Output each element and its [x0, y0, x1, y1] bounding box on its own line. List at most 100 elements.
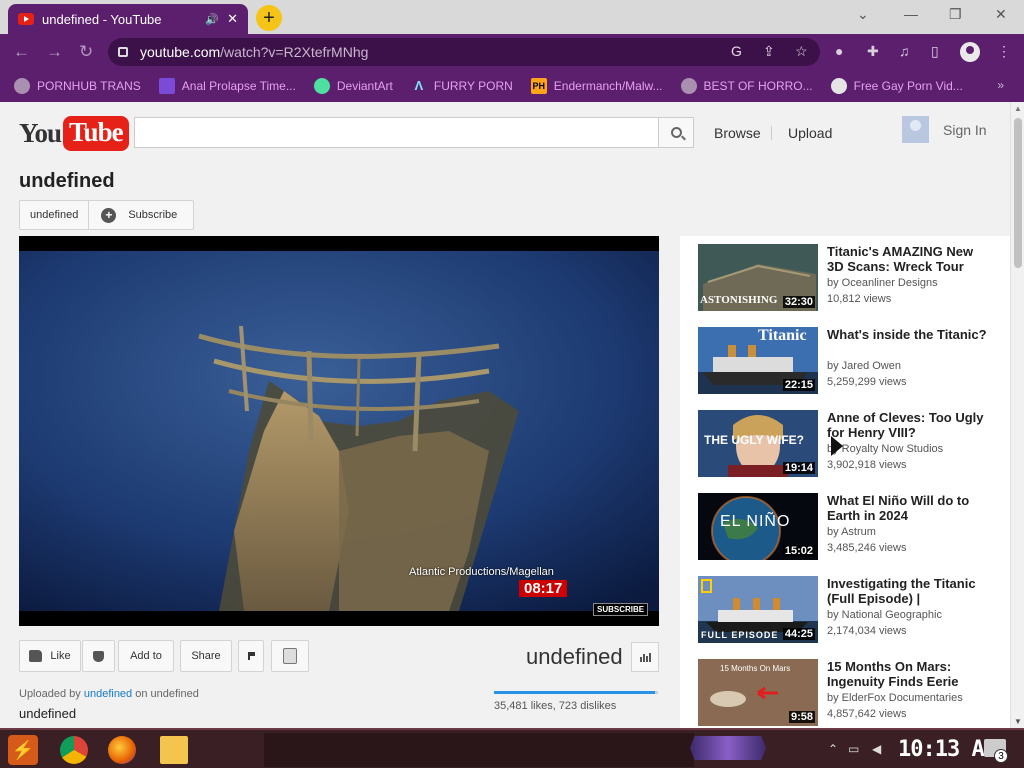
browser-toolbar: ← → ↻ youtube.com/watch?v=R2XtefrMNhg G … — [0, 34, 1024, 70]
scroll-down-icon[interactable]: ▼ — [1014, 717, 1022, 726]
bookmark-item[interactable]: Free Gay Porn Vid... — [830, 78, 963, 94]
bookmark-item[interactable]: Λ FURRY PORN — [411, 78, 513, 94]
subscribe-button[interactable]: + Subscribe — [89, 201, 193, 229]
firefox-icon[interactable] — [108, 736, 136, 764]
back-button[interactable]: ← — [13, 42, 30, 62]
globe-icon — [14, 78, 30, 94]
flag-button[interactable] — [238, 640, 264, 672]
media-control-icon[interactable]: ♫ — [899, 43, 910, 59]
search-input[interactable] — [134, 117, 659, 148]
taskbar-clock[interactable]: 10:13 AM — [898, 737, 997, 762]
tray-overflow-icon[interactable]: ⌃ — [828, 742, 838, 756]
address-bar[interactable]: youtube.com/watch?v=R2XtefrMNhg — [108, 38, 820, 66]
video-thumbnail[interactable]: 15 Months On Mars 9:58 — [698, 659, 818, 726]
search-button[interactable] — [658, 117, 694, 148]
profile-extension-icon[interactable]: ● — [835, 43, 843, 59]
upload-link[interactable]: Upload — [788, 125, 832, 141]
minimize-button[interactable]: — — [904, 6, 918, 22]
list-item[interactable]: Titanic 22:15 What's inside the Titanic?… — [698, 327, 998, 397]
google-lens-icon[interactable]: G — [731, 43, 742, 59]
add-to-button[interactable]: Add to — [118, 640, 174, 672]
scroll-up-icon[interactable]: ▲ — [1014, 104, 1022, 113]
avatar[interactable] — [902, 116, 929, 143]
volume-icon[interactable]: ◀ — [872, 742, 881, 756]
share-icon[interactable]: ⇪ — [763, 43, 775, 60]
lock-icon[interactable] — [118, 47, 128, 57]
sign-in-link[interactable]: Sign In — [943, 122, 987, 138]
window-close-button[interactable]: ✕ — [995, 6, 1007, 23]
list-item[interactable]: EL NIÑO 15:02 What El Niño Will do to Ea… — [698, 493, 998, 563]
uploader-link[interactable]: undefined — [84, 688, 132, 700]
bookmark-item[interactable]: PORNHUB TRANS — [14, 78, 141, 94]
bookmarks-overflow-button[interactable]: » — [997, 78, 1004, 92]
forward-button[interactable]: → — [46, 42, 63, 62]
menu-kebab-icon[interactable]: ⋮ — [997, 43, 1011, 60]
scrollbar-thumb[interactable] — [1014, 118, 1022, 268]
video-channel[interactable]: by Royalty Now Studios — [827, 443, 943, 455]
list-item[interactable]: 15 Months On Mars 9:58 15 Months On Mars… — [698, 659, 998, 729]
video-channel[interactable]: by Jared Owen — [827, 360, 901, 372]
tab-search-icon[interactable]: ⌄ — [857, 6, 869, 23]
network-icon[interactable]: ▭ — [848, 742, 859, 756]
video-frame[interactable] — [19, 251, 659, 611]
transcript-button[interactable] — [271, 640, 309, 672]
video-thumbnail[interactable]: EL NIÑO 15:02 — [698, 493, 818, 560]
video-channel[interactable]: by Astrum — [827, 526, 876, 538]
extensions-puzzle-icon[interactable]: ✚ — [867, 43, 879, 60]
start-button[interactable]: ⚡ — [8, 735, 38, 765]
youtube-logo[interactable]: You Tube — [19, 116, 129, 151]
taskbar-accent-decoration — [690, 736, 766, 760]
video-link-title[interactable]: Investigating the Titanic (Full Episode)… — [827, 576, 987, 606]
bookmark-item[interactable]: BEST OF HORRO... — [680, 78, 813, 94]
video-duration: 15:02 — [782, 545, 815, 557]
url-host: youtube.com — [140, 44, 221, 60]
bar-chart-icon — [639, 657, 642, 662]
profile-avatar-icon[interactable] — [960, 42, 980, 62]
dislike-button[interactable] — [82, 640, 115, 672]
chrome-icon[interactable] — [60, 736, 88, 764]
browse-link[interactable]: Browse — [714, 125, 761, 141]
like-button[interactable]: Like — [19, 640, 81, 672]
file-explorer-icon[interactable] — [160, 736, 188, 764]
tab-close-icon[interactable]: ✕ — [227, 11, 238, 27]
reload-button[interactable]: ↻ — [79, 42, 93, 62]
video-duration: 9:58 — [788, 711, 815, 723]
list-item[interactable]: ASTONISHING 32:30 Titanic's AMAZING New … — [698, 244, 998, 314]
video-link-title[interactable]: Anne of Cleves: Too Ugly for Henry VIII? — [827, 410, 987, 440]
video-thumbnail[interactable]: THE UGLY WIFE? 19:14 — [698, 410, 818, 477]
video-credit: Atlantic Productions/Magellan — [409, 566, 554, 578]
new-tab-button[interactable]: + — [256, 5, 282, 31]
video-player[interactable]: Atlantic Productions/Magellan 08:17 SUBS… — [19, 236, 659, 626]
browser-tab-active[interactable]: undefined - YouTube 🔊 ✕ — [8, 4, 248, 34]
video-link-title[interactable]: What's inside the Titanic? — [827, 327, 987, 342]
share-button[interactable]: Share — [180, 640, 232, 672]
video-thumbnail[interactable]: ASTONISHING 32:30 — [698, 244, 818, 311]
page-scrollbar[interactable]: ▲ ▼ — [1010, 102, 1024, 728]
video-description: undefined — [19, 706, 77, 721]
like-dislike-count: 35,481 likes, 723 dislikes — [494, 700, 617, 712]
browser-tab-strip: undefined - YouTube 🔊 ✕ + ⌄ — ❐ ✕ — [0, 0, 1024, 34]
speaker-icon[interactable]: 🔊 — [205, 13, 219, 26]
video-channel[interactable]: by Oceanliner Designs — [827, 277, 938, 289]
restore-button[interactable]: ❐ — [949, 6, 962, 23]
bookmark-star-icon[interactable]: ☆ — [795, 43, 808, 60]
video-link-title[interactable]: What El Niño Will do to Earth in 2024 — [827, 493, 987, 523]
video-views: 3,485,246 views — [827, 542, 907, 554]
bookmark-item[interactable]: PH Endermanch/Malw... — [530, 78, 663, 94]
video-channel[interactable]: by ElderFox Documentaries — [827, 692, 963, 704]
video-link-title[interactable]: 15 Months On Mars: Ingenuity Finds Eerie — [827, 659, 987, 689]
video-channel[interactable]: by National Geographic — [827, 609, 942, 621]
taskbar: ⚡ ⌃ ▭ ◀ 10:13 AM 3 — [0, 728, 1024, 768]
video-thumbnail[interactable]: FULL EPISODE 44:25 — [698, 576, 818, 643]
video-thumbnail[interactable]: Titanic 22:15 — [698, 327, 818, 394]
stats-button[interactable] — [631, 642, 659, 672]
bookmark-item[interactable]: DeviantArt — [313, 78, 393, 94]
channel-name[interactable]: undefined — [20, 201, 90, 229]
thumbs-up-icon — [29, 650, 43, 662]
bookmark-item[interactable]: Anal Prolapse Time... — [158, 78, 296, 94]
list-item[interactable]: FULL EPISODE 44:25 Investigating the Tit… — [698, 576, 998, 646]
list-item[interactable]: THE UGLY WIFE? 19:14 Anne of Cleves: Too… — [698, 410, 998, 480]
subscribe-watermark[interactable]: SUBSCRIBE — [593, 603, 649, 616]
video-link-title[interactable]: Titanic's AMAZING New 3D Scans: Wreck To… — [827, 244, 987, 274]
side-panel-icon[interactable]: ▯ — [931, 43, 939, 60]
